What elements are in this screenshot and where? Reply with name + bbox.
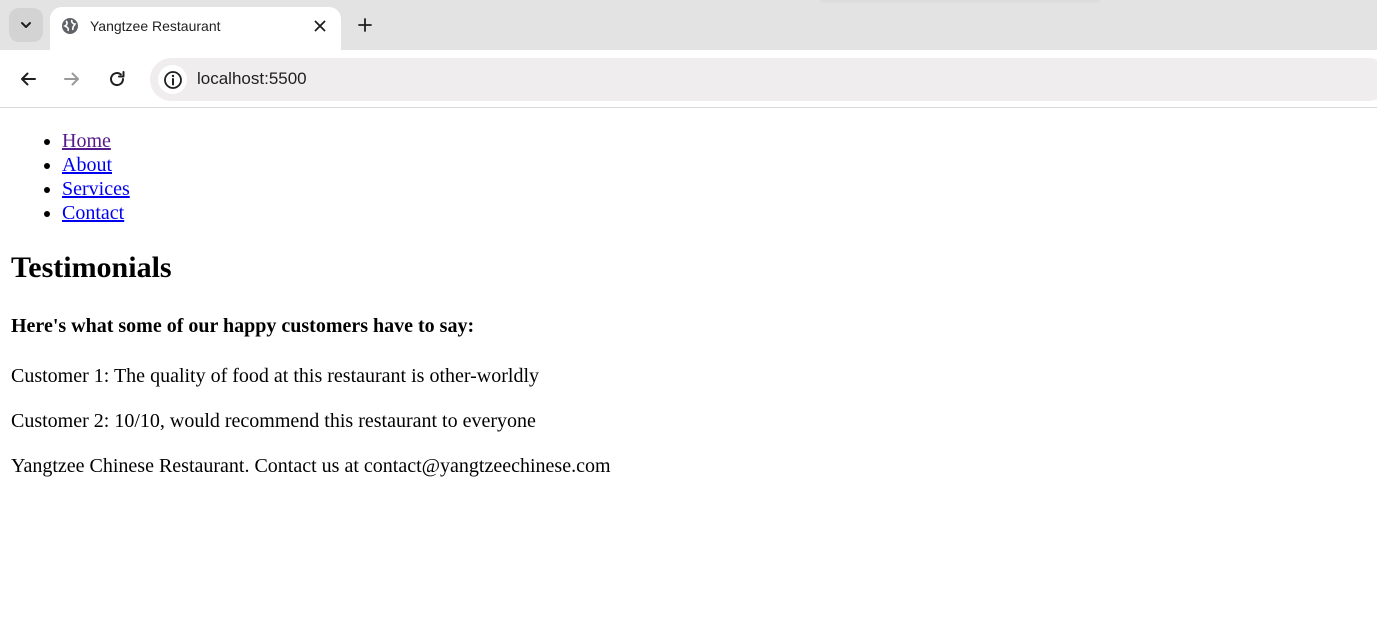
address-bar[interactable]: localhost:5500 [150,58,1377,101]
arrow-right-icon [64,72,79,86]
close-tab-button[interactable] [310,16,330,36]
testimonial-2: Customer 2: 10/10, would recommend this … [11,410,536,432]
nav-link-services[interactable]: Services [62,178,130,200]
nav-link-home[interactable]: Home [62,130,111,152]
arrow-left-icon [21,72,36,86]
globe-icon [62,18,78,34]
reload-icon [110,71,125,87]
tab-strip: Yangtzee Restaurant [0,0,1377,50]
nav-item-home: Home [62,129,130,153]
new-tab-button[interactable] [352,12,378,38]
testimonial-1: Customer 1: The quality of food at this … [11,365,540,387]
nav-link-about[interactable]: About [62,154,112,176]
chevron-down-icon [21,22,31,28]
page-title: Testimonials [11,251,172,284]
site-info-button[interactable] [158,65,187,94]
close-icon [314,20,326,32]
reload-button[interactable] [103,65,131,93]
back-button[interactable] [14,65,42,93]
url-text[interactable]: localhost:5500 [197,69,307,89]
tab-title: Yangtzee Restaurant [90,18,221,34]
tab-strip-shadow [820,0,1100,4]
info-icon [163,70,182,89]
browser-tab-active[interactable]: Yangtzee Restaurant [50,7,341,50]
forward-button[interactable] [58,65,86,93]
site-nav: Home About Services Contact [0,129,130,225]
nav-item-contact: Contact [62,201,130,225]
web-page: Home About Services Contact Testimonials… [0,109,1377,633]
plus-icon [358,18,372,32]
tab-search-button[interactable] [9,8,43,42]
footer-text: Yangtzee Chinese Restaurant. Contact us … [11,455,611,477]
testimonials-intro: Here's what some of our happy customers … [11,315,475,337]
nav-item-about: About [62,153,130,177]
nav-link-contact[interactable]: Contact [62,202,124,224]
nav-item-services: Services [62,177,130,201]
browser-toolbar: localhost:5500 [0,50,1377,108]
